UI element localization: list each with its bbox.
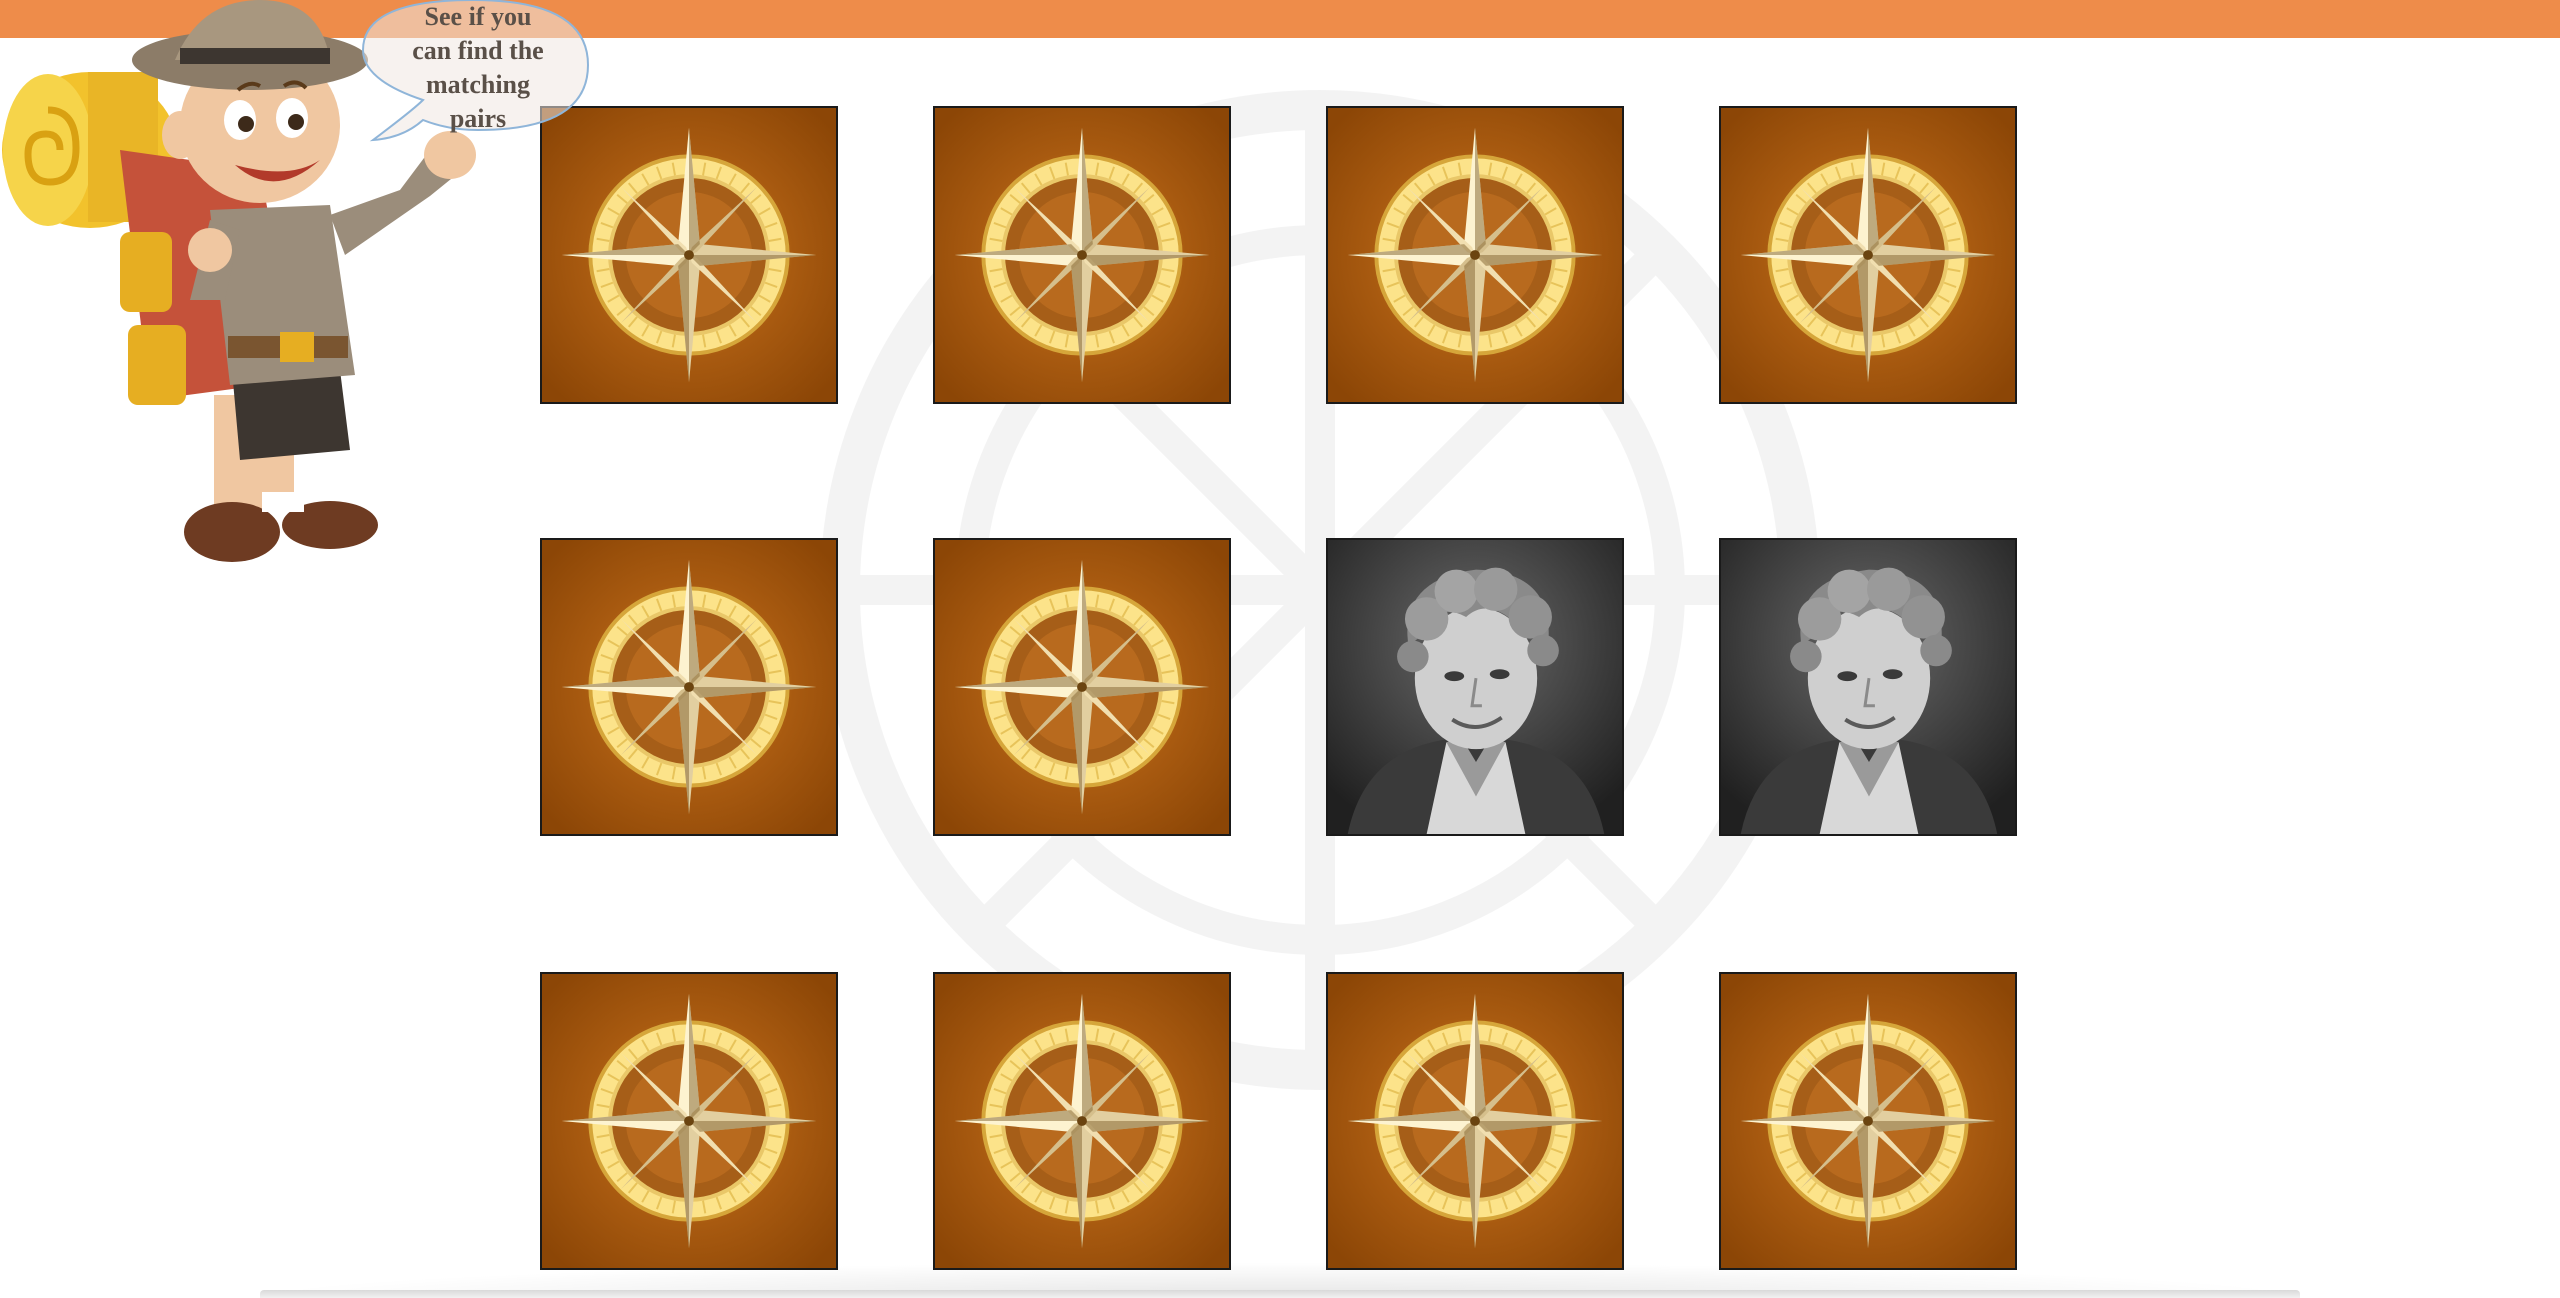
compass-rose-icon [1721,974,2015,1268]
compass-rose-icon [1721,108,2015,402]
memory-card[interactable] [540,538,838,836]
compass-rose-icon [935,108,1229,402]
memory-card-revealed[interactable] [1326,538,1624,836]
memory-card[interactable] [1326,972,1624,1270]
portrait-photo [1328,540,1622,834]
memory-card[interactable] [1719,106,2017,404]
compass-rose-icon [935,540,1229,834]
compass-rose-icon [542,974,836,1268]
memory-card[interactable] [933,538,1231,836]
compass-rose-icon [1328,974,1622,1268]
memory-card[interactable] [1326,106,1624,404]
speech-line: pairs [449,104,507,133]
speech-line: can find the [412,36,544,65]
game-stage: See if you can find the matching pairs [0,0,2560,1298]
memory-card[interactable] [933,972,1231,1270]
memory-card[interactable] [1719,972,2017,1270]
compass-rose-icon [542,540,836,834]
speech-line: matching [426,70,530,99]
memory-card[interactable] [933,106,1231,404]
compass-rose-icon [1328,108,1622,402]
memory-card-revealed[interactable] [1719,538,2017,836]
portrait-photo [1721,540,2015,834]
speech-line: See if you [424,2,532,31]
speech-text: See if you can find the matching pairs [383,0,573,136]
memory-card[interactable] [540,972,838,1270]
compass-rose-icon [935,974,1229,1268]
